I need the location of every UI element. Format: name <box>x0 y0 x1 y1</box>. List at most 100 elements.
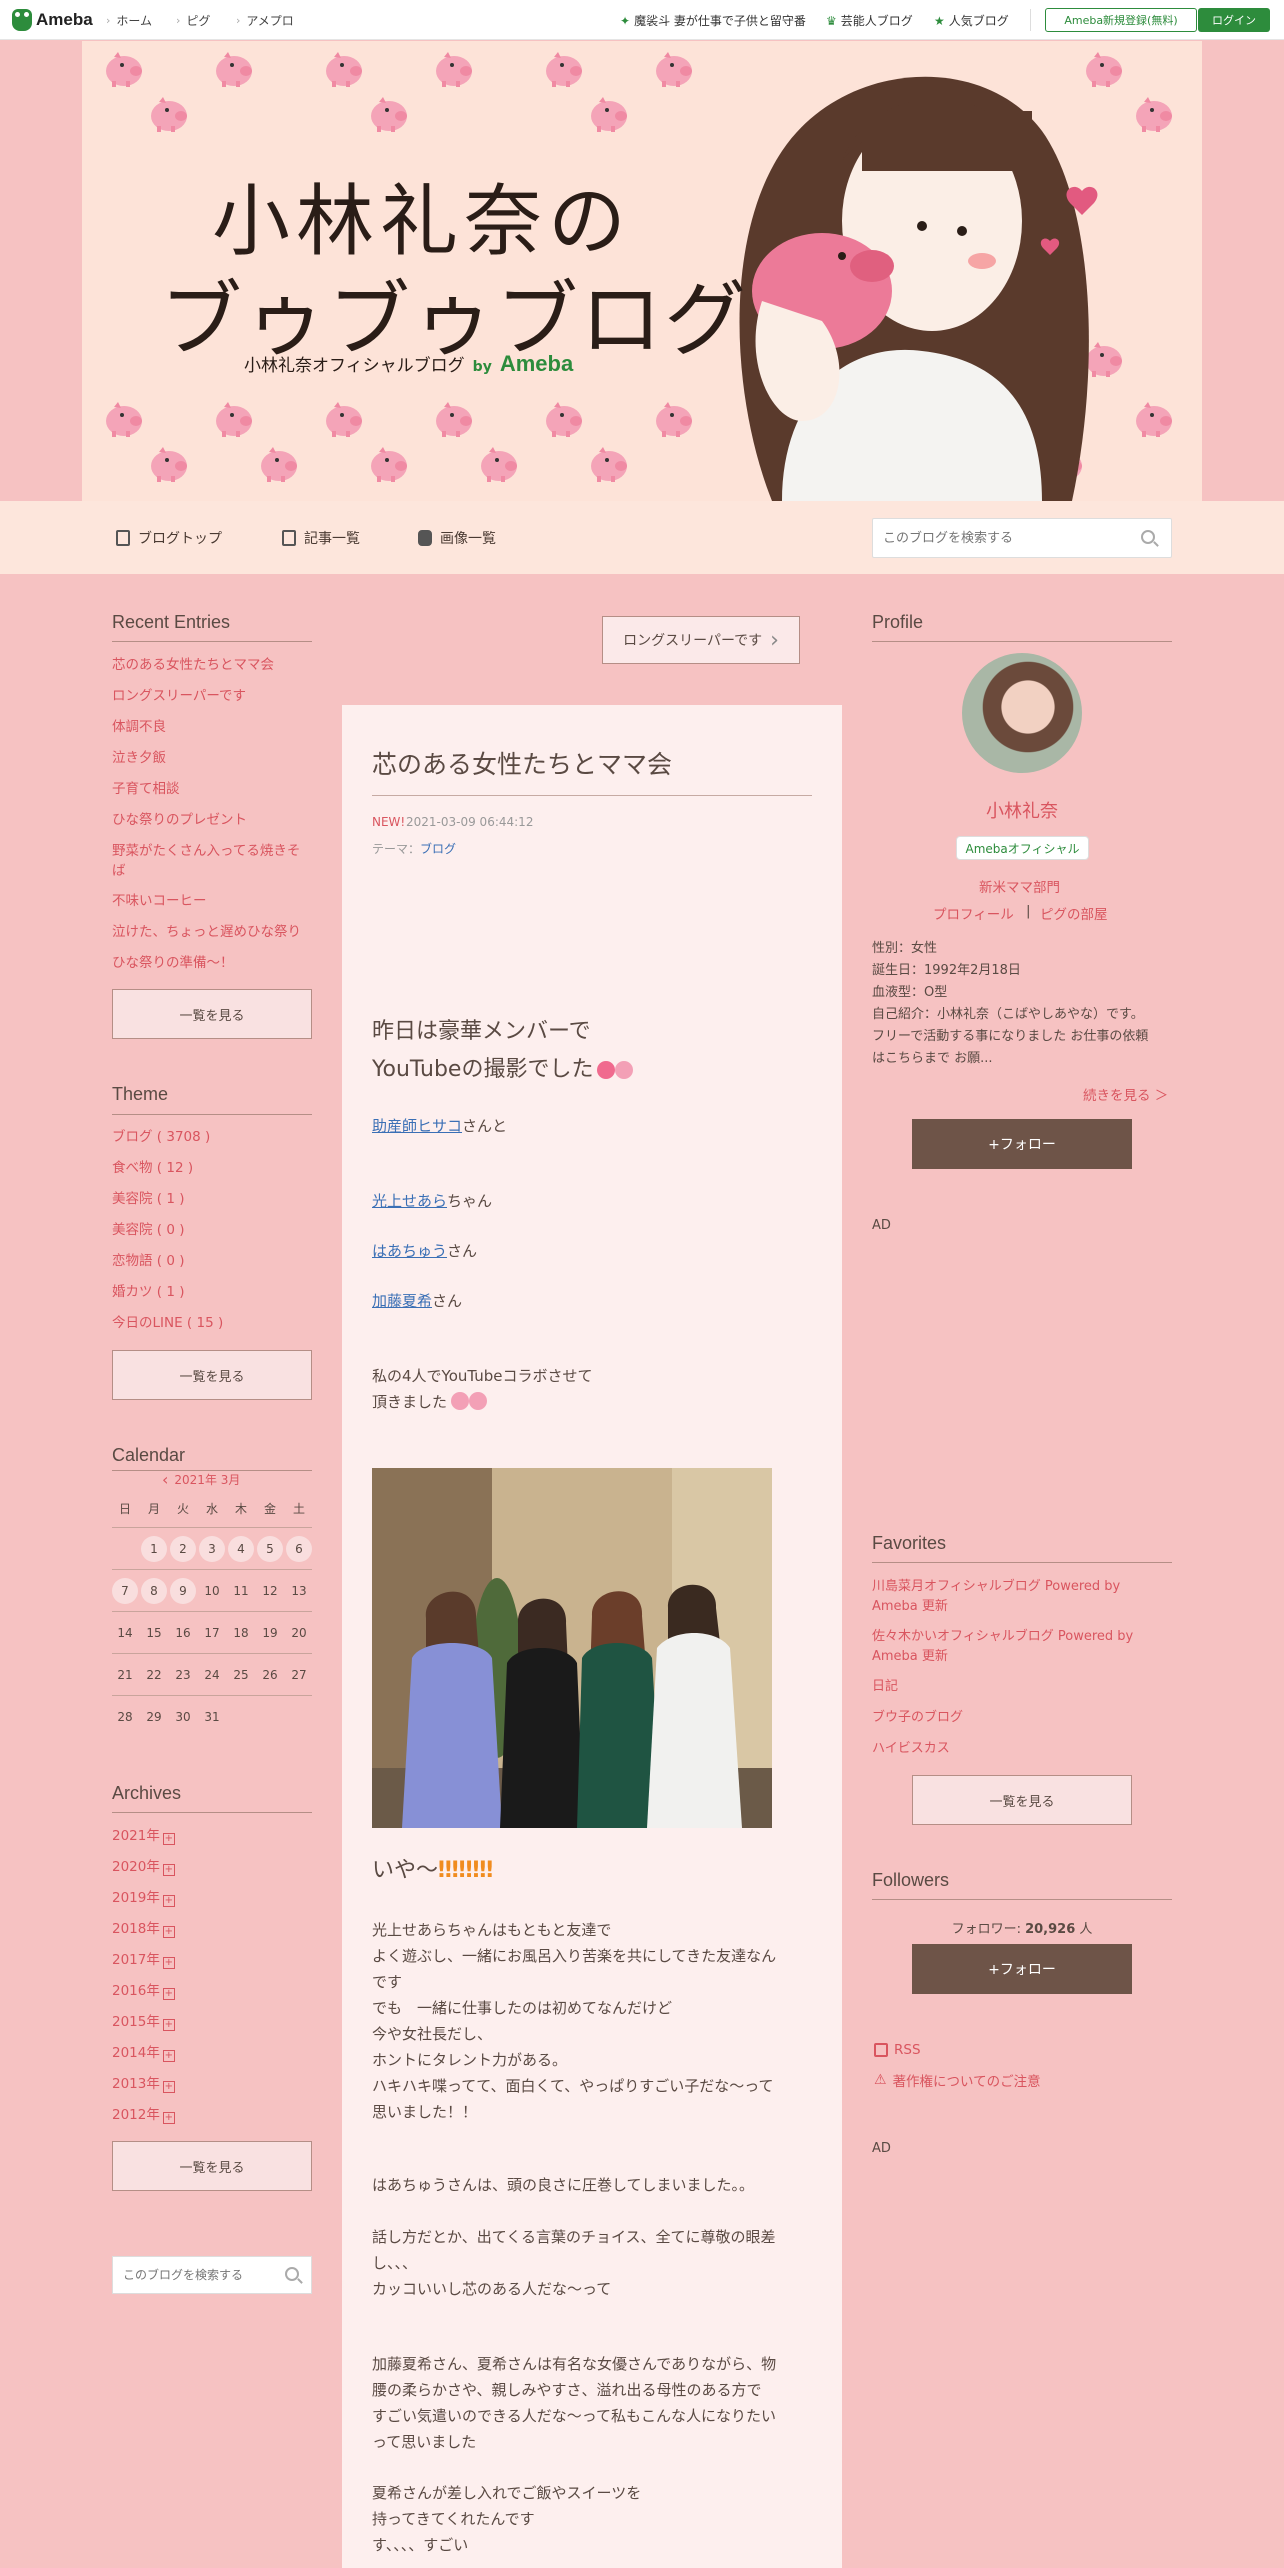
topnav-pigg[interactable]: › ピグ <box>176 12 210 29</box>
recent-entry[interactable]: 不味いコーヒー <box>112 891 207 911</box>
crown-icon: ♛ <box>826 13 837 28</box>
profile-name[interactable]: 小林礼奈 <box>872 797 1172 823</box>
theme-link[interactable]: ブログ <box>420 842 456 856</box>
calendar-day[interactable]: 7 <box>112 1578 138 1604</box>
toplink-trending[interactable]: ✦ 魔裟斗 妻が仕事で子供と留守番 <box>620 12 806 29</box>
calendar-day[interactable]: 5 <box>257 1536 283 1562</box>
archive-year[interactable]: 2015年 + <box>112 2012 175 2032</box>
calendar-day[interactable]: 9 <box>170 1578 196 1604</box>
person-link-haachu[interactable]: はあちゅう <box>372 1242 447 1260</box>
calendar-day: 30 <box>175 1710 191 1724</box>
theme-item[interactable]: ブログ ( 3708 ) <box>112 1127 210 1147</box>
expand-icon[interactable]: + <box>162 2050 175 2062</box>
register-button[interactable]: Ameba新規登録(無料) <box>1045 8 1197 32</box>
profile-link[interactable]: プロフィール <box>933 903 1014 923</box>
expand-icon[interactable]: + <box>162 1957 175 1969</box>
archive-year[interactable]: 2019年 + <box>112 1888 175 1908</box>
favorite-item[interactable]: 佐々木かいオフィシャルブログ Powered by Ameba 更新 <box>872 1627 1172 1667</box>
calendar-day[interactable]: 4 <box>228 1536 254 1562</box>
article-date: 2021-03-09 06:44:12 <box>406 815 534 829</box>
expand-icon[interactable]: + <box>162 1895 175 1907</box>
theme-item[interactable]: 美容院 ( 0 ) <box>112 1220 185 1240</box>
topnav-home[interactable]: › ホーム <box>106 12 152 29</box>
recent-entry[interactable]: 芯のある女性たちとママ会 <box>112 655 274 675</box>
expand-icon[interactable]: + <box>162 1926 175 1938</box>
favorite-item[interactable]: 日記 <box>872 1677 1172 1697</box>
toplink-celebrity[interactable]: ♛ 芸能人ブログ <box>826 12 913 29</box>
read-more-link[interactable]: 続きを見る ＞ <box>1083 1084 1168 1104</box>
archive-year[interactable]: 2014年 + <box>112 2043 175 2063</box>
archive-year[interactable]: 2020年 + <box>112 1857 175 1877</box>
search-icon[interactable] <box>1141 530 1155 544</box>
archive-year[interactable]: 2013年 + <box>112 2074 175 2094</box>
previous-article-button[interactable]: ロングスリーパーです › <box>602 616 800 664</box>
hearts-emoji-icon <box>615 1061 634 1079</box>
archives-see-all-button[interactable]: 一覧を見る <box>112 2141 312 2191</box>
recent-entry[interactable]: 子育て相談 <box>112 779 180 799</box>
expand-icon[interactable]: + <box>162 2019 175 2031</box>
favorite-item[interactable]: ハイビスカス <box>872 1739 1172 1759</box>
expand-icon[interactable]: + <box>162 1988 175 2000</box>
search-icon[interactable] <box>285 2267 299 2281</box>
theme-item[interactable]: 食べ物 ( 12 ) <box>112 1158 193 1178</box>
theme-item[interactable]: 婚カツ ( 1 ) <box>112 1282 185 1302</box>
paragraph-line: し、、、 <box>372 2254 418 2272</box>
favorite-item[interactable]: ブウ子のブログ <box>872 1708 1172 1728</box>
nav-blog-top[interactable]: ブログトップ <box>116 528 222 548</box>
archive-year[interactable]: 2012年 + <box>112 2105 175 2125</box>
rss-link[interactable]: RSS <box>874 2042 921 2058</box>
article-title[interactable]: 芯のある女性たちとママ会 <box>372 745 672 781</box>
blog-search-input[interactable] <box>873 519 1123 557</box>
expand-icon[interactable]: + <box>162 1864 175 1876</box>
theme-see-all-button[interactable]: 一覧を見る <box>112 1350 312 1400</box>
person-link-seara[interactable]: 光上せあら <box>372 1192 447 1210</box>
recent-entry[interactable]: 泣き夕飯 <box>112 748 166 768</box>
expand-icon[interactable]: + <box>162 1833 175 1845</box>
calendar-day[interactable]: 8 <box>141 1578 167 1604</box>
calendar-day[interactable]: 2 <box>170 1536 196 1562</box>
person-link-natsuki[interactable]: 加藤夏希 <box>372 1292 432 1310</box>
archive-year[interactable]: 2018年 + <box>112 1919 175 1939</box>
favorites-see-all-button[interactable]: 一覧を見る <box>912 1775 1132 1825</box>
nav-image-list[interactable]: 画像一覧 <box>418 528 496 548</box>
person-link-hisako[interactable]: 助産師ヒサコ <box>372 1117 462 1135</box>
calendar-day[interactable]: 1 <box>141 1536 167 1562</box>
recent-entry[interactable]: 泣けた、ちょっと遅めひな祭り <box>112 922 301 942</box>
recent-entry[interactable]: ロングスリーパーです <box>112 686 246 706</box>
archive-year[interactable]: 2017年 + <box>112 1950 175 1970</box>
recent-see-all-button[interactable]: 一覧を見る <box>112 989 312 1039</box>
theme-item[interactable]: 今日のLINE ( 15 ) <box>112 1313 223 1333</box>
archive-year[interactable]: 2016年 + <box>112 1981 175 2001</box>
theme-item[interactable]: 恋物語 ( 0 ) <box>112 1251 185 1271</box>
recent-entry[interactable]: ひな祭りのプレゼント <box>112 810 247 830</box>
login-button[interactable]: ログイン <box>1198 8 1270 32</box>
pigg-room-link[interactable]: ピグの部屋 <box>1040 903 1108 923</box>
blog-header-banner[interactable]: 小林礼奈の ブゥブゥブログ 小林礼奈オフィシャルブログ by Ameba <box>82 41 1202 501</box>
recent-entry[interactable]: 野菜がたくさん入ってる焼きそ <box>112 841 300 861</box>
paragraph-line: 持ってきてくれたんです <box>372 2510 535 2528</box>
chevron-left-icon[interactable]: ‹ <box>162 1470 168 1489</box>
ameba-logo[interactable]: Ameba <box>12 8 93 32</box>
recent-entry[interactable]: ひな祭りの準備〜！ <box>112 953 234 973</box>
archive-year[interactable]: 2021年 + <box>112 1826 175 1846</box>
iya-line: いや〜‼‼‼‼ <box>372 1858 494 1883</box>
theme-item[interactable]: 美容院 ( 1 ) <box>112 1189 185 1209</box>
toplink-popular[interactable]: ★ 人気ブログ <box>934 12 1009 29</box>
topnav-amepro[interactable]: › アメプロ <box>236 12 294 29</box>
expand-icon[interactable]: + <box>162 2081 175 2093</box>
favorite-item[interactable]: 川島菜月オフィシャルブログ Powered by Ameba 更新 <box>872 1577 1172 1617</box>
follow-button[interactable]: +フォロー <box>912 1119 1132 1169</box>
calendar-day[interactable]: 3 <box>199 1536 225 1562</box>
divider <box>872 641 1172 642</box>
recent-entry-wrap[interactable]: ば <box>112 861 126 881</box>
avatar[interactable] <box>962 653 1082 773</box>
copyright-link[interactable]: ⚠ 著作権についてのご注意 <box>874 2070 1041 2090</box>
recent-entry[interactable]: 体調不良 <box>112 717 166 737</box>
group-photo[interactable] <box>372 1468 772 1828</box>
nav-entry-list[interactable]: 記事一覧 <box>282 528 360 548</box>
follow-button-followers[interactable]: +フォロー <box>912 1944 1132 1994</box>
sidebar-search-input[interactable] <box>113 2257 273 2293</box>
category-link[interactable]: 新米ママ部門 <box>979 876 1060 896</box>
calendar-day[interactable]: 6 <box>286 1536 312 1562</box>
expand-icon[interactable]: + <box>162 2112 175 2124</box>
